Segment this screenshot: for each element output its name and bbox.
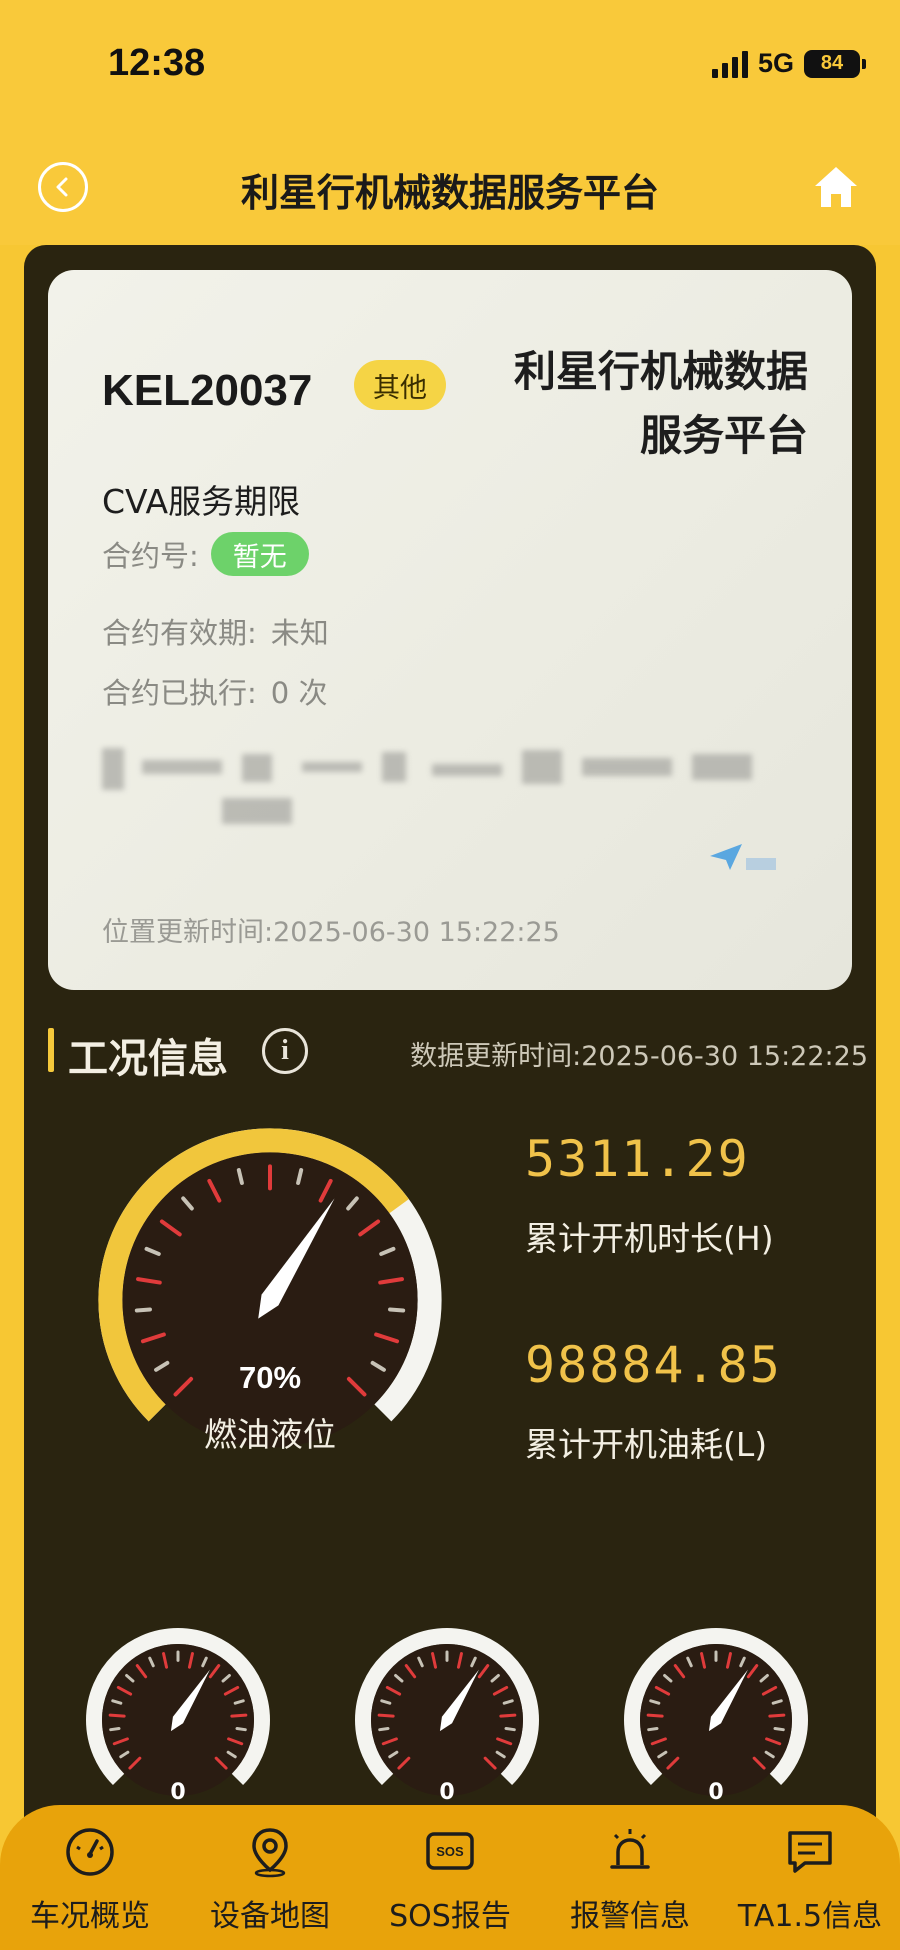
runtime-label: 累计开机时长(H) [525, 1219, 774, 1258]
tab-device-map[interactable]: 设备地图 [180, 1825, 360, 1935]
contract-number-badge: 暂无 [210, 532, 309, 576]
card-brand-line2: 服务平台 [639, 411, 808, 460]
secondary-gauge: 0 [616, 1620, 816, 1820]
gauge-tick [647, 1726, 659, 1732]
fuel-consumption-value: 98884.85 [525, 1336, 782, 1394]
bottom-tab-bar: 车况概览 设备地图 SOS SOS报告 报警信息 TA1.5信息 [0, 1805, 900, 1950]
card-brand-line1: 利星行机械数据 [513, 347, 808, 396]
gauge-tick [504, 1726, 516, 1732]
contract-executed-row: 合约已执行: 0 次 [102, 670, 327, 712]
tab-vehicle-overview[interactable]: 车况概览 [0, 1825, 180, 1935]
secondary-gauge-value: 0 [708, 1780, 724, 1805]
section-accent-bar [48, 1028, 54, 1072]
fuel-gauge: 70% 燃油液位 [80, 1110, 460, 1490]
home-icon[interactable] [812, 164, 860, 210]
fuel-percent: 70% [238, 1360, 302, 1395]
status-indicators: 5G 84 [711, 48, 866, 79]
secondary-gauges: 0 0 0 [60, 1620, 850, 1820]
secondary-gauge-value: 0 [170, 1780, 186, 1805]
contract-executed-value: 0 次 [270, 676, 328, 710]
location-pin-icon [252, 1828, 288, 1878]
navigate-icon[interactable] [708, 840, 778, 876]
tab-label: 车况概览 [30, 1899, 150, 1934]
runtime-value: 5311.29 [525, 1130, 750, 1188]
contract-number-row: 合约号: 暂无 [102, 532, 309, 576]
gauge-tick [108, 1713, 126, 1718]
tab-alarm-info[interactable]: 报警信息 [540, 1825, 720, 1935]
tab-ta15-info[interactable]: TA1.5信息 [720, 1825, 900, 1935]
gauge-tick [377, 1713, 395, 1718]
gauge-tick [134, 1307, 152, 1313]
info-icon[interactable]: i [262, 1028, 308, 1074]
page-title: 利星行机械数据服务平台 [240, 171, 659, 215]
gauge-tick [499, 1713, 517, 1718]
tab-sos-report[interactable]: SOS SOS报告 [360, 1825, 540, 1935]
section-title: 工况信息 [68, 1036, 228, 1082]
gauge-tick [646, 1713, 664, 1718]
contract-validity-value: 未知 [270, 616, 329, 650]
signal-icon [711, 50, 748, 78]
network-type: 5G [757, 48, 794, 78]
gauge-tick [378, 1726, 390, 1732]
position-update-time: 位置更新时间:2025-06-30 15:22:25 [102, 917, 560, 948]
speedometer-icon [66, 1828, 114, 1876]
message-icon [788, 1831, 832, 1873]
data-update-time: 数据更新时间:2025-06-30 15:22:25 [410, 1041, 868, 1072]
nav-bar: 利星行机械数据服务平台 [0, 140, 900, 245]
tab-label: 报警信息 [570, 1899, 690, 1934]
contract-executed-label: 合约已执行: [102, 676, 257, 710]
sos-icon: SOS [426, 1832, 474, 1870]
working-condition-header: 工况信息 i 数据更新时间:2025-06-30 15:22:25 [48, 1020, 868, 1082]
svg-text:SOS: SOS [436, 1844, 464, 1859]
cva-service-title: CVA服务期限 [102, 482, 301, 521]
machine-type-badge: 其他 [354, 360, 446, 410]
secondary-gauge: 0 [347, 1620, 547, 1820]
gauge-tick [109, 1726, 121, 1732]
contract-number-label: 合约号: [102, 539, 199, 573]
machine-info-card: KEL20037 其他 利星行机械数据 服务平台 CVA服务期限 合约号: 暂无… [48, 270, 852, 990]
blurred-address [102, 740, 822, 830]
secondary-gauge: 0 [78, 1620, 278, 1820]
status-bar: 12:38 5G 84 [0, 0, 900, 140]
gauge-tick [388, 1307, 406, 1313]
alarm-icon [610, 1829, 650, 1869]
fuel-label: 燃油液位 [204, 1415, 336, 1454]
contract-validity-row: 合约有效期: 未知 [102, 610, 329, 652]
machine-id: KEL20037 [102, 366, 313, 415]
gauge-tick [230, 1713, 248, 1718]
secondary-gauge-value: 0 [439, 1780, 455, 1805]
contract-validity-label: 合约有效期: [102, 616, 257, 650]
gauge-tick [768, 1713, 786, 1718]
fuel-consumption-label: 累计开机油耗(L) [525, 1425, 768, 1464]
battery-icon: 84 [804, 49, 866, 78]
tab-label: TA1.5信息 [737, 1899, 883, 1934]
tab-label: SOS报告 [389, 1899, 511, 1934]
card-brand-title: 利星行机械数据 服务平台 [468, 340, 808, 468]
battery-level: 84 [820, 52, 844, 74]
gauge-tick [235, 1726, 247, 1732]
status-time: 12:38 [108, 42, 206, 84]
tab-label: 设备地图 [210, 1899, 330, 1934]
gauge-tick [773, 1726, 785, 1732]
